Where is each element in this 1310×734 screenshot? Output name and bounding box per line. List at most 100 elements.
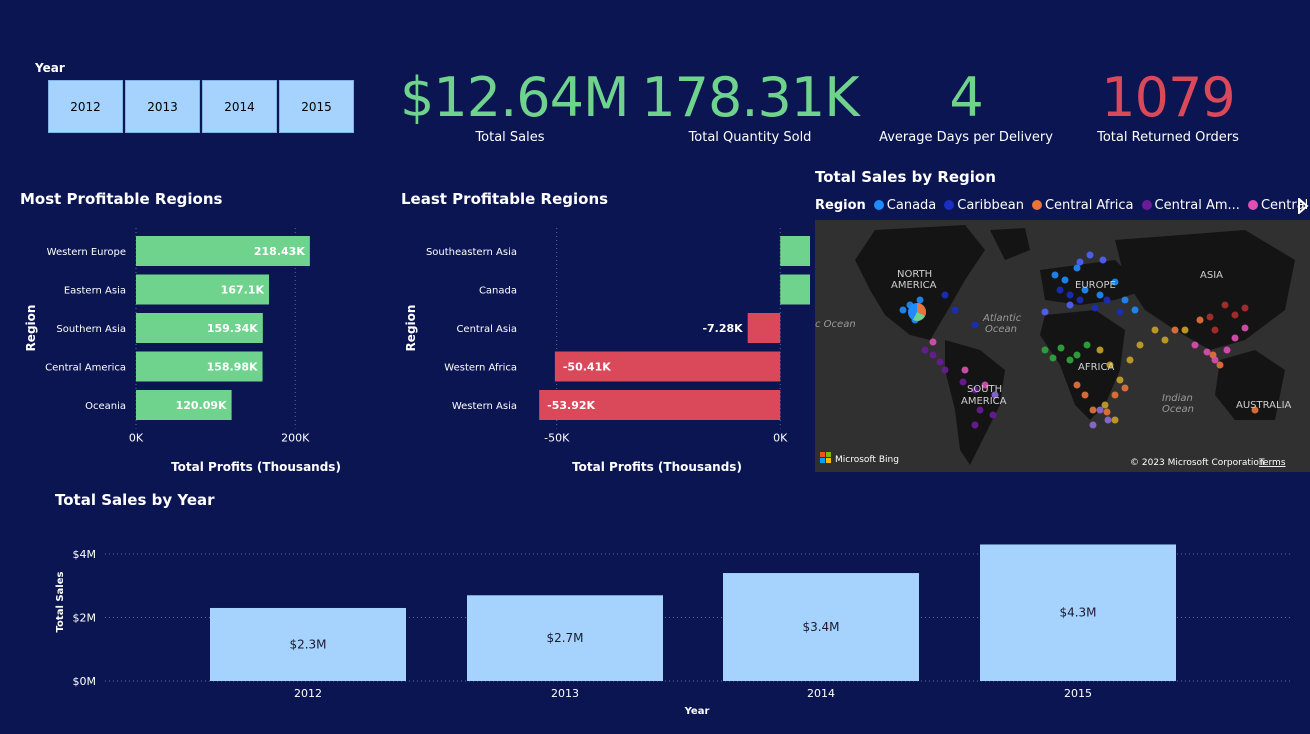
kpi-value: 178.31K [641, 66, 859, 129]
map-dot [1151, 326, 1159, 334]
map-terms-link[interactable]: Terms [1258, 458, 1286, 468]
map-dot [1049, 354, 1057, 362]
label-australia: AUSTRALIA [1236, 400, 1292, 411]
map-dot [1116, 376, 1124, 384]
bing-text: Microsoft Bing [835, 455, 899, 465]
x-axis-label: Year [684, 706, 710, 717]
most-profitable-plot: 0K 200K Western Europe 218.43K Eastern Asia 1… [45, 228, 310, 445]
map-dot [929, 338, 937, 346]
category-label: Oceania [85, 401, 126, 412]
map-dot [1051, 271, 1059, 279]
map-dot [1061, 276, 1069, 284]
map-dot [1066, 291, 1074, 299]
x-tick-label: -50K [544, 432, 570, 445]
category-label: Eastern Asia [64, 286, 126, 297]
map-dot [1121, 384, 1129, 392]
x-axis-label: Total Profits (Thousands) [572, 460, 742, 474]
map-dot [1104, 416, 1112, 424]
map-dot [1136, 341, 1144, 349]
data-label: -53.92K [547, 399, 595, 412]
map-dot [1089, 421, 1097, 429]
map-title: Total Sales by Region [815, 168, 996, 186]
landmasses [855, 225, 1295, 465]
sales-map[interactable]: NORTH AMERICA SOUTH AMERICA EUROPE AFRIC… [815, 220, 1310, 472]
data-label: 159.34K [207, 322, 258, 335]
most-profitable-chart: Most Profitable Regions 0K 200K Western Eu… [20, 190, 341, 474]
x-tick-label: 0K [773, 432, 788, 445]
year-slicer-title: Year [35, 61, 65, 75]
category-label: Central America [45, 363, 126, 374]
data-label: -7.28K [702, 322, 743, 335]
label-north-america-2: AMERICA [891, 280, 937, 291]
category-label: Southern Asia [56, 324, 126, 335]
kpi-label: Total Quantity Sold [688, 130, 812, 145]
map-dot [1216, 361, 1224, 369]
map-dot [1103, 296, 1111, 304]
map-dot [1041, 346, 1049, 354]
map-dot [1103, 408, 1111, 416]
map-legend: Region Canada Caribbean Central Africa C… [815, 198, 1310, 213]
map-dot [1241, 304, 1249, 312]
map-dot [1056, 286, 1064, 294]
year-button-2013[interactable]: 2013 [125, 80, 200, 133]
year-slicer: 2012 2013 2014 2015 [48, 80, 354, 133]
y-axis-label: Region [404, 305, 418, 352]
map-dot [1161, 336, 1169, 344]
label-south-america-2: AMERICA [961, 396, 1007, 407]
data-label: 120.09K [176, 399, 227, 412]
map-dot [1101, 401, 1109, 409]
kpi-total-quantity: 178.31K Total Quantity Sold [640, 66, 860, 145]
map-dot [1083, 341, 1091, 349]
data-label: -50.41K [563, 361, 611, 374]
map-dot [921, 346, 929, 354]
legend-next-arrow-icon[interactable] [1297, 196, 1309, 218]
label-indian: Indian [1162, 393, 1193, 404]
x-tick-label: 2013 [551, 687, 579, 700]
category-label: Western Africa [444, 363, 517, 374]
bar [780, 274, 810, 305]
map-dot [1089, 406, 1097, 414]
map-dot [961, 366, 969, 374]
map-dot [1231, 311, 1239, 319]
year-button-2014[interactable]: 2014 [202, 80, 277, 133]
legend-item-central-africa[interactable]: Central Africa [1031, 198, 1134, 213]
map-dot [1191, 341, 1199, 349]
map-dot [1231, 334, 1239, 342]
map-dot [989, 411, 997, 419]
map-dot [1057, 344, 1065, 352]
label-pacific: c Ocean [815, 319, 856, 330]
map-dot [1091, 304, 1099, 312]
map-dot [1241, 324, 1249, 332]
data-label: $4.3M [1059, 606, 1096, 620]
legend-item-caribbean[interactable]: Caribbean [944, 198, 1024, 213]
map-dot [1081, 391, 1089, 399]
year-button-2012[interactable]: 2012 [48, 80, 123, 133]
label-atlantic: Atlantic [982, 313, 1022, 324]
map-dot [1073, 381, 1081, 389]
label-europe: EUROPE [1075, 280, 1116, 291]
map-dot [1116, 308, 1124, 316]
map-dot [971, 321, 979, 329]
map-dot [1099, 256, 1107, 264]
map-dot [1131, 306, 1139, 314]
data-label: $2.7M [546, 631, 583, 645]
label-north-america: NORTH [897, 269, 932, 280]
chart-title: Least Profitable Regions [401, 190, 608, 208]
map-dot [899, 306, 907, 314]
map-attribution: © 2023 Microsoft Corporation [1130, 458, 1265, 468]
map-dot [1096, 291, 1104, 299]
kpi-label: Total Returned Orders [1097, 130, 1239, 145]
data-label: $2.3M [289, 637, 326, 651]
kpi-total-sales: $12.64M Total Sales [400, 66, 630, 145]
legend-item-canada[interactable]: Canada [873, 198, 936, 213]
category-label: Western Asia [452, 401, 517, 412]
map-dot [1206, 313, 1214, 321]
x-axis-label: Total Profits (Thousands) [171, 460, 341, 474]
least-profitable-plot: -50K0KSoutheastern Asia17.85KCanada17.82… [426, 228, 810, 445]
map-dot [1111, 391, 1119, 399]
map-dot [1066, 356, 1074, 364]
legend-item-central-america[interactable]: Central Am... [1141, 198, 1240, 213]
map-dot [1096, 406, 1104, 414]
kpi-value: 1079 [1101, 66, 1235, 129]
year-button-2015[interactable]: 2015 [279, 80, 354, 133]
